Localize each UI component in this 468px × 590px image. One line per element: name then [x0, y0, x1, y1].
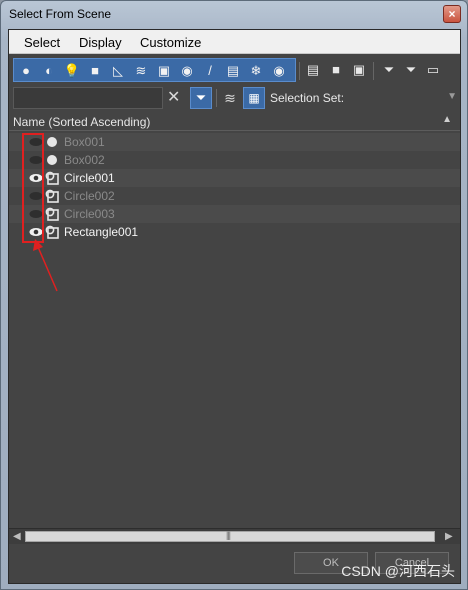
find-filter-button[interactable]: ⏷ — [190, 87, 212, 109]
geometry-icon — [47, 137, 57, 147]
filter-button[interactable]: ⏷ — [401, 60, 421, 80]
spacewarps-icon: ≋ — [135, 63, 147, 78]
shape-icon — [45, 207, 59, 221]
cameras-filter-button[interactable]: ■ — [85, 61, 105, 81]
selection-set-label: Selection Set: — [270, 91, 345, 105]
object-name: Circle002 — [64, 189, 115, 203]
column-header-label: Name (Sorted Ascending) — [13, 115, 151, 129]
separator — [373, 62, 374, 80]
geometry-filter-button[interactable]: ● — [16, 61, 36, 81]
select-invert-icon: ▣ — [352, 62, 366, 77]
filter-icon: ⏷ — [405, 62, 417, 77]
bones-filter-button[interactable]: / — [200, 61, 220, 81]
close-button[interactable]: × — [443, 5, 461, 23]
list-item[interactable]: Circle003 — [9, 205, 460, 223]
helpers-icon: ◺ — [113, 63, 123, 78]
hierarchy-icon: ▦ — [248, 91, 260, 105]
groups-filter-button[interactable]: ▣ — [154, 61, 174, 81]
object-name: Circle003 — [64, 207, 115, 221]
close-icon: × — [448, 7, 456, 21]
menu-select[interactable]: Select — [24, 35, 60, 50]
search-input[interactable] — [13, 87, 163, 109]
select-invert-button[interactable]: ▣ — [349, 60, 369, 80]
dialog-client: Select Display Customize ● ◐ 💡 ■ ◺ ≋ ▣ ◉ / ▤ ❄ ◉ ▤ … — [8, 29, 461, 584]
menu-customize[interactable]: Customize — [140, 35, 201, 50]
list-item[interactable]: Box001 — [9, 133, 460, 151]
helpers-filter-button[interactable]: ◺ — [108, 61, 128, 81]
separator — [299, 62, 300, 80]
scrollbar-thumb[interactable]: ||| — [25, 530, 435, 542]
window-title: Select From Scene — [9, 7, 112, 21]
hidden-icon: ◉ — [273, 63, 285, 78]
list-item[interactable]: Box002 — [9, 151, 460, 169]
object-name: Box002 — [64, 153, 105, 167]
select-from-scene-window: Select From Scene × Select Display Custo… — [0, 0, 468, 590]
bones-icon: / — [208, 63, 212, 78]
hidden-filter-button[interactable]: ◉ — [269, 61, 289, 81]
clear-search-icon[interactable]: ✕ — [167, 88, 180, 108]
annotation-arrow — [33, 239, 58, 292]
xrefs-filter-button[interactable]: ◉ — [177, 61, 197, 81]
groups-icon: ▣ — [157, 63, 171, 78]
layer-button[interactable]: ≋ — [220, 88, 240, 108]
cameras-icon: ■ — [91, 63, 99, 78]
layers-icon: ≋ — [224, 90, 236, 106]
horizontal-scrollbar[interactable]: ◀ ||| ▶ — [9, 528, 460, 544]
select-none-button[interactable]: ■ — [326, 60, 346, 80]
title-bar: Select From Scene × — [1, 1, 467, 29]
frozen-filter-button[interactable]: ❄ — [246, 61, 266, 81]
scroll-left-icon[interactable]: ◀ — [13, 531, 21, 542]
xrefs-icon: ◉ — [181, 63, 193, 78]
watermark: CSDN @河西石头 — [341, 563, 455, 579]
select-none-icon: ■ — [332, 62, 340, 77]
spacewarps-filter-button[interactable]: ≋ — [131, 61, 151, 81]
grip-icon: ||| — [226, 530, 231, 540]
filter-icon: ⏷ — [195, 90, 207, 105]
scroll-right-icon[interactable]: ▶ — [445, 531, 453, 542]
container-icon: ▭ — [426, 62, 440, 77]
geometry-icon — [47, 155, 57, 165]
geometry-icon: ● — [22, 63, 30, 78]
select-all-icon: ▤ — [306, 62, 320, 77]
lights-icon: 💡 — [63, 63, 81, 78]
object-name: Box001 — [64, 135, 105, 149]
list-item[interactable]: Circle001 — [9, 169, 460, 187]
menu-bar: Select Display Customize — [9, 30, 460, 54]
shapes-icon: ◐ — [45, 63, 53, 78]
object-name: Rectangle001 — [64, 225, 139, 239]
lights-filter-button[interactable]: 💡 — [62, 61, 82, 81]
sort-arrow-icon: ▲ — [442, 114, 452, 125]
container-button[interactable]: ▭ — [423, 60, 443, 80]
type-filter-toolbar: ● ◐ 💡 ■ ◺ ≋ ▣ ◉ / ▤ ❄ ◉ ▤ ■ ▣ ⏷ ⏷ ▭ — [9, 56, 460, 84]
containers-icon: ▤ — [226, 63, 240, 78]
separator — [216, 89, 217, 107]
shape-icon — [45, 171, 59, 185]
select-all-button[interactable]: ▤ — [303, 60, 323, 80]
type-filter-group: ● ◐ 💡 ■ ◺ ≋ ▣ ◉ / ▤ ❄ ◉ — [13, 58, 296, 82]
list-item[interactable]: Rectangle001 — [9, 223, 460, 241]
filter-options-button[interactable]: ⏷ — [379, 60, 399, 80]
name-column-header[interactable]: Name (Sorted Ascending) ▲ — [9, 113, 460, 131]
selection-set-dropdown[interactable]: ▼ — [447, 91, 457, 102]
list-item[interactable]: Circle002 — [9, 187, 460, 205]
shape-icon — [45, 189, 59, 203]
annotation-highlight-box — [22, 133, 44, 243]
containers-filter-button[interactable]: ▤ — [223, 61, 243, 81]
hierarchy-button[interactable]: ▦ — [243, 87, 265, 109]
shapes-filter-button[interactable]: ◐ — [39, 61, 59, 81]
filter-options-icon: ⏷ — [383, 62, 395, 77]
object-name: Circle001 — [64, 171, 115, 185]
menu-display[interactable]: Display — [79, 35, 122, 50]
frozen-icon: ❄ — [250, 63, 262, 78]
search-toolbar: ✕ ⏷ ≋ ▦ Selection Set: ▼ — [9, 85, 460, 111]
